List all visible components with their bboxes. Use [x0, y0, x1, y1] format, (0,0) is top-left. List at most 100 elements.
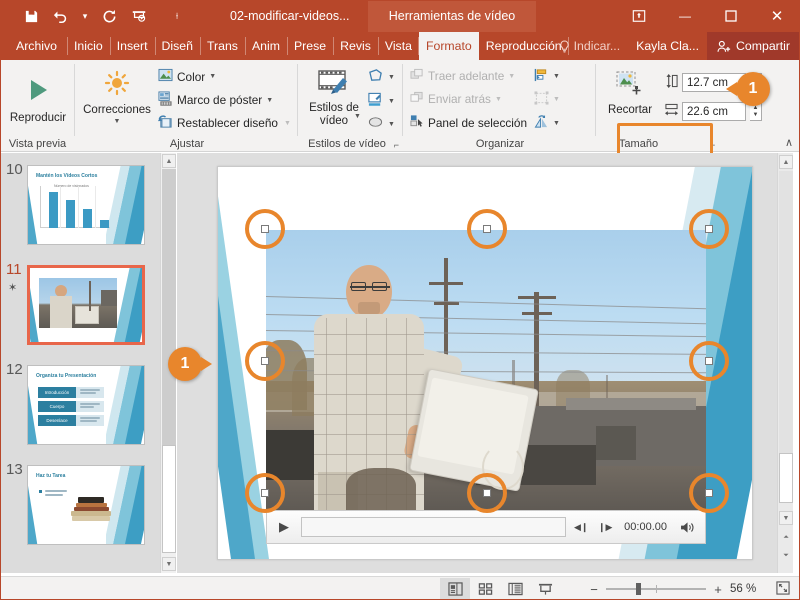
share-button[interactable]: Compartir [707, 32, 800, 60]
ribbon-display-options-icon[interactable] [616, 0, 662, 32]
scroll-up-button[interactable]: ▲ [162, 154, 176, 168]
tab-revisar[interactable]: Revis [333, 32, 378, 60]
video-playback-controls[interactable]: ▶ ◀❙ ❙▶ 00:00.00 [266, 510, 706, 544]
tab-presentacion[interactable]: Prese [286, 32, 333, 60]
efectos-de-video-button[interactable]: ▼ [367, 116, 395, 133]
scroll-up-button[interactable]: ▲ [779, 155, 793, 169]
close-icon[interactable]: ✕ [754, 0, 800, 32]
tab-transiciones[interactable]: Trans [199, 32, 245, 60]
tab-insertar[interactable]: Insert [109, 32, 155, 60]
account-name[interactable]: Kayla Cla... [628, 32, 707, 60]
scroll-thumb[interactable] [162, 445, 176, 553]
thumbnail-slide-13[interactable]: 13 Haz tu Tarea [0, 459, 160, 555]
tab-archivo[interactable]: Archivo [6, 32, 67, 60]
tamano-dialog-launcher[interactable]: ⌐ [710, 140, 715, 150]
chevron-down-icon[interactable]: ▼ [388, 98, 395, 105]
normal-view-button[interactable] [440, 578, 470, 600]
save-icon[interactable] [16, 3, 46, 29]
resize-handle-bottom-center[interactable] [483, 489, 491, 497]
slide-sorter-view-button[interactable] [470, 578, 500, 600]
volume-icon[interactable] [677, 517, 699, 537]
chevron-down-icon[interactable]: ▼ [495, 96, 502, 103]
borde-de-video-button[interactable]: ▼ [367, 92, 395, 111]
chevron-down-icon[interactable]: ▼ [266, 97, 273, 104]
scroll-down-button[interactable]: ▼ [779, 511, 793, 525]
traer-adelante-label: Traer adelante [428, 69, 505, 83]
resize-handle-top-center[interactable] [483, 225, 491, 233]
play-button[interactable]: ▶ [273, 516, 295, 538]
slide-thumbnail-pane[interactable]: 10 Mantén los Vídeos Cortos Número de vi… [0, 153, 160, 573]
video-object[interactable] [266, 230, 706, 510]
agrupar-button[interactable]: ▼ [534, 91, 560, 108]
chevron-down-icon[interactable]: ▼ [553, 96, 560, 103]
zoom-in-button[interactable]: + [712, 582, 724, 597]
chevron-down-icon[interactable]: ▼ [508, 73, 515, 80]
tab-formato[interactable]: Formato [418, 32, 479, 60]
group-icon [534, 91, 549, 108]
fit-slide-to-window-button[interactable] [776, 580, 790, 598]
scroll-down-button[interactable]: ▼ [162, 557, 176, 571]
group-label-organizar: Organizar [475, 138, 525, 150]
resize-handle-middle-right[interactable] [705, 357, 713, 365]
start-slideshow-icon[interactable] [124, 3, 154, 29]
chevron-down-icon[interactable]: ▼ [553, 120, 560, 127]
resize-handle-top-right[interactable] [705, 225, 713, 233]
reproducir-button[interactable]: Reproducir [4, 74, 72, 125]
scroll-thumb[interactable] [779, 453, 793, 503]
undo-dropdown-icon[interactable]: ▾ [76, 3, 94, 29]
thumbnail-slide-10[interactable]: 10 Mantén los Vídeos Cortos Número de vi… [0, 159, 160, 255]
thumbnail-slide-11[interactable]: 11 ✶ [0, 259, 160, 355]
estilos-dialog-launcher[interactable]: ⌐ [394, 140, 399, 150]
recortar-button[interactable]: Recortar [599, 70, 661, 117]
resize-handle-bottom-left[interactable] [261, 489, 269, 497]
panel-de-seleccion-button[interactable]: Panel de selección [410, 114, 527, 131]
girar-button[interactable]: ▼ [534, 115, 560, 132]
enviar-atras-button[interactable]: Enviar atrás ▼ [410, 91, 502, 107]
marco-de-poster-button[interactable]: Marco de póster ▼ [158, 91, 273, 109]
scroll-track[interactable] [162, 169, 176, 445]
forma-de-video-button[interactable]: ▼ [367, 68, 395, 86]
customize-qat-icon[interactable]: ⍿ [168, 3, 186, 29]
chevron-down-icon[interactable]: ▼ [388, 121, 395, 128]
chevron-down-icon[interactable]: ▼ [209, 73, 216, 80]
zoom-slider[interactable] [606, 583, 706, 595]
traer-adelante-button[interactable]: Traer adelante ▼ [410, 68, 515, 84]
slide-show-view-button[interactable] [530, 578, 560, 600]
playback-progress-track[interactable] [301, 517, 567, 537]
alinear-button[interactable]: ▼ [534, 68, 560, 85]
previous-frame-button[interactable]: ◀❙ [572, 517, 590, 537]
reading-view-button[interactable] [500, 578, 530, 600]
tab-diseno[interactable]: Diseñ [154, 32, 200, 60]
correcciones-button[interactable]: Correcciones ▼ [81, 70, 153, 125]
restablecer-diseno-button[interactable]: Restablecer diseño [158, 114, 278, 132]
thumbnail-slide-12[interactable]: 12 Organiza tu Presentación Introducción… [0, 359, 160, 455]
resize-handle-top-left[interactable] [261, 225, 269, 233]
tab-vista[interactable]: Vista [377, 32, 420, 60]
resize-handle-bottom-right[interactable] [705, 489, 713, 497]
previous-slide-button[interactable]: ⏶ [779, 531, 793, 545]
next-frame-button[interactable]: ❙▶ [596, 517, 614, 537]
redo-icon[interactable] [94, 3, 124, 29]
next-slide-button[interactable]: ⏷ [779, 549, 793, 563]
slide-area-scrollbar[interactable]: ▲ ▼ ⏶ ⏷ [777, 153, 793, 573]
group-label-tamano: Tamaño [618, 138, 659, 150]
minimize-icon[interactable]: — [662, 0, 708, 32]
chevron-down-icon[interactable]: ▼ [114, 118, 121, 125]
chevron-down-icon[interactable]: ▼ [354, 113, 361, 120]
maximize-icon[interactable] [708, 0, 754, 32]
chevron-down-icon[interactable]: ▼ [284, 120, 291, 127]
slide-editing-stage[interactable]: ▶ ◀❙ ❙▶ 00:00.00 [177, 153, 777, 573]
zoom-out-button[interactable]: − [588, 582, 600, 597]
chevron-down-icon[interactable]: ▼ [388, 74, 395, 81]
color-button[interactable]: Color ▼ [158, 68, 216, 85]
resize-handle-middle-left[interactable] [261, 357, 269, 365]
tab-inicio[interactable]: Inicio [67, 32, 110, 60]
collapse-ribbon-button[interactable]: ∧ [785, 136, 793, 149]
tell-me-box[interactable]: Indicar... [551, 32, 628, 60]
tab-animaciones[interactable]: Anim [244, 32, 287, 60]
video-width-input[interactable] [682, 102, 746, 121]
undo-icon[interactable] [46, 3, 76, 29]
chevron-down-icon[interactable]: ▼ [553, 73, 560, 80]
scroll-track[interactable] [779, 171, 793, 453]
zoom-slider-handle[interactable] [636, 583, 641, 595]
